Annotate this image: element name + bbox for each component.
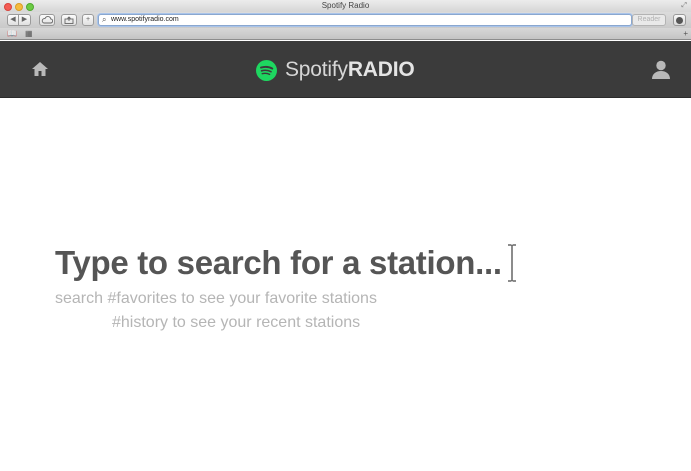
- page-bottom: [0, 440, 691, 471]
- brand-name-bold: RADIO: [347, 58, 415, 81]
- share-button[interactable]: [61, 14, 77, 26]
- window-title: Spotify Radio: [321, 1, 370, 10]
- url-text[interactable]: www.spotifyradio.com: [111, 15, 179, 25]
- search-icon: ⌕: [102, 15, 107, 24]
- app-header: SpotifyRADIO: [0, 41, 691, 98]
- brand-name-light: Spotify: [285, 58, 348, 81]
- reading-list-icon[interactable]: 📖: [7, 29, 17, 39]
- favorites-hint: search #favorites to see your favorite s…: [55, 290, 377, 307]
- main-content: Type to search for a station... search #…: [0, 98, 691, 440]
- downloads-button[interactable]: [673, 14, 686, 26]
- downloads-icon: [676, 17, 683, 24]
- browser-toolbar: ◀ ▶ + ⌕ www.spotifyradio.com Reader: [0, 12, 691, 28]
- fullscreen-icon[interactable]: ⤢: [681, 2, 687, 10]
- home-icon[interactable]: [31, 61, 49, 77]
- spotify-logo-icon: [256, 59, 277, 81]
- top-sites-icon[interactable]: ▦: [25, 29, 33, 39]
- search-prompt[interactable]: Type to search for a station...: [55, 244, 502, 282]
- add-bookmark-button[interactable]: +: [82, 14, 94, 26]
- brand-logo[interactable]: SpotifyRADIO: [256, 58, 415, 82]
- reader-button[interactable]: Reader: [632, 14, 666, 26]
- new-tab-button[interactable]: +: [683, 29, 688, 39]
- forward-button[interactable]: ▶: [19, 14, 31, 26]
- address-bar[interactable]: ⌕ www.spotifyradio.com: [98, 14, 632, 26]
- history-hint: #history to see your recent stations: [112, 314, 361, 331]
- bookmarks-bar: 📖 ▦ +: [0, 28, 691, 40]
- cloud-icon: [41, 16, 54, 24]
- share-icon: [64, 16, 74, 24]
- icloud-tabs-button[interactable]: [39, 14, 55, 26]
- window-titlebar: Spotify Radio ⤢: [0, 0, 691, 12]
- user-icon[interactable]: [651, 60, 671, 79]
- brand-name: SpotifyRADIO: [285, 58, 415, 82]
- back-button[interactable]: ◀: [7, 14, 19, 26]
- text-cursor-icon: [508, 244, 516, 282]
